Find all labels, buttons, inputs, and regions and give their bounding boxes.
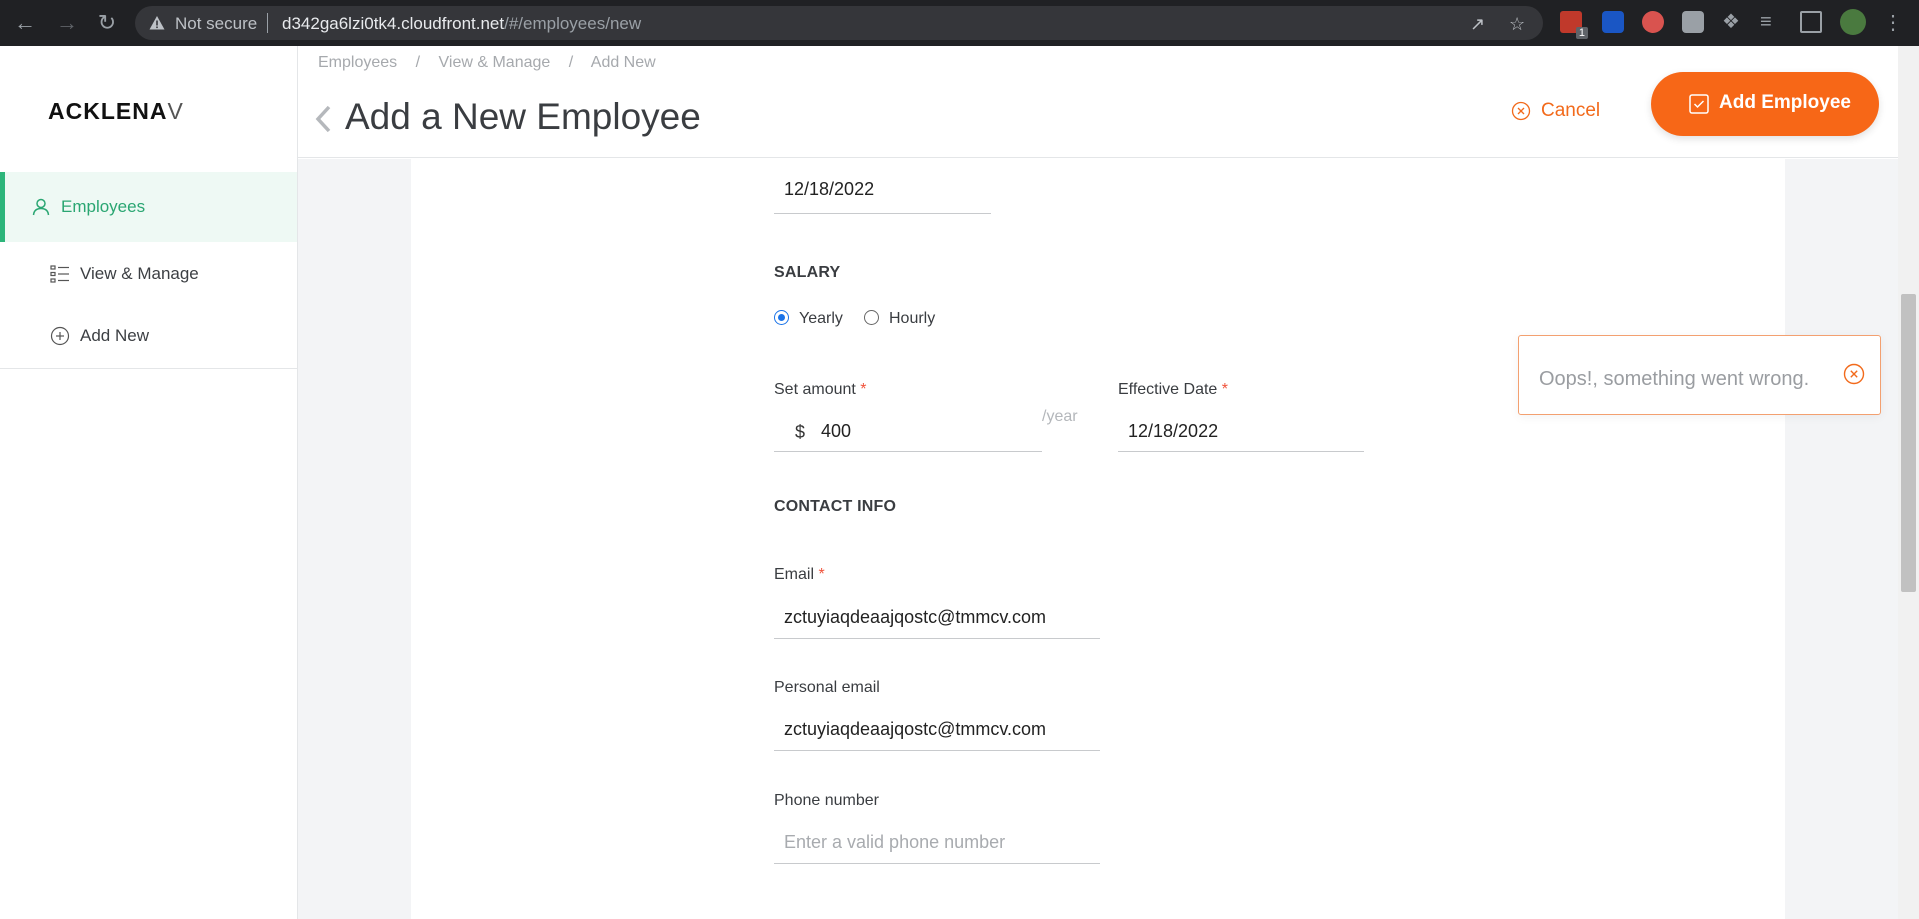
close-circle-icon[interactable] bbox=[1843, 363, 1865, 385]
reading-list-icon[interactable]: ≡ bbox=[1760, 11, 1782, 33]
phone-input-wrapper bbox=[774, 824, 1100, 864]
scrollbar-thumb[interactable] bbox=[1901, 294, 1916, 592]
radio-hourly-label[interactable]: Hourly bbox=[889, 310, 935, 328]
breadcrumb: Employees / View & Manage / Add New bbox=[318, 54, 670, 72]
email-input-wrapper bbox=[774, 599, 1100, 639]
breadcrumb-employees[interactable]: Employees bbox=[318, 54, 397, 71]
sidebar-item-employees[interactable]: Employees bbox=[0, 172, 297, 242]
phone-number-label: Phone number bbox=[774, 792, 879, 809]
app-root: ACKLENAV Employees View & Manage Add New… bbox=[0, 46, 1919, 919]
address-bar[interactable]: Not secure d342ga6lzi0tk4.cloudfront.net… bbox=[135, 6, 1543, 40]
kebab-menu-icon[interactable]: ⋮ bbox=[1880, 10, 1906, 36]
salary-heading: SALARY bbox=[774, 264, 841, 281]
breadcrumb-separator: / bbox=[568, 54, 574, 71]
set-amount-label: Set amount * bbox=[774, 381, 867, 399]
add-employee-button[interactable]: Add Employee bbox=[1651, 72, 1879, 136]
currency-symbol: $ bbox=[795, 422, 806, 442]
personal-email-input-wrapper bbox=[774, 711, 1100, 751]
effective-date-label: Effective Date * bbox=[1118, 381, 1228, 399]
sidebar-item-add-new[interactable]: Add New bbox=[0, 302, 297, 372]
url-host: d342ga6lzi0tk4.cloudfront.net bbox=[282, 14, 505, 33]
acklen-logo[interactable]: ACKLENAV bbox=[48, 98, 184, 125]
bookmark-star-icon[interactable]: ☆ bbox=[1509, 14, 1525, 35]
effective-date-label-text: Effective Date bbox=[1118, 381, 1218, 398]
security-status[interactable]: Not secure bbox=[175, 14, 257, 34]
breadcrumb-separator: / bbox=[415, 54, 421, 71]
add-employee-label: Add Employee bbox=[1719, 92, 1851, 113]
close-circle-icon bbox=[1511, 101, 1531, 121]
warning-icon bbox=[149, 16, 165, 30]
ublock-badge: 1 bbox=[1575, 27, 1588, 39]
personal-email-input[interactable] bbox=[774, 719, 1100, 740]
url-text[interactable]: d342ga6lzi0tk4.cloudfront.net/#/employee… bbox=[282, 14, 641, 34]
reload-icon[interactable]: ↻ bbox=[94, 10, 120, 36]
required-mark: * bbox=[1221, 381, 1228, 398]
camera-icon[interactable] bbox=[1682, 11, 1704, 33]
logo-text: ACKLENA bbox=[48, 98, 168, 124]
radio-yearly[interactable] bbox=[774, 310, 789, 325]
amount-input-wrapper: $ bbox=[774, 414, 1042, 452]
share-icon[interactable]: ↗ bbox=[1470, 14, 1485, 35]
extension-glasses-icon[interactable] bbox=[1642, 11, 1664, 33]
sidebar-item-label: Add New bbox=[80, 326, 149, 345]
ublock-icon[interactable]: 1 bbox=[1560, 11, 1588, 39]
required-mark: * bbox=[818, 566, 825, 583]
forward-arrow-icon[interactable]: → bbox=[54, 10, 80, 36]
side-panel-icon[interactable] bbox=[1800, 11, 1822, 33]
sidebar-item-label: Employees bbox=[61, 197, 146, 216]
page-header: Employees / View & Manage / Add New Add … bbox=[298, 46, 1919, 158]
sidebar-item-label: View & Manage bbox=[80, 264, 199, 283]
personal-email-label: Personal email bbox=[774, 679, 880, 696]
plus-circle-icon bbox=[50, 326, 70, 346]
email-label-text: Email bbox=[774, 566, 815, 583]
set-amount-label-text: Set amount bbox=[774, 381, 856, 398]
contact-info-heading: CONTACT INFO bbox=[774, 498, 897, 515]
checkbox-icon bbox=[1689, 94, 1709, 114]
url-separator bbox=[267, 13, 268, 33]
effective-date-input[interactable] bbox=[1118, 421, 1364, 442]
extensions-puzzle-icon[interactable]: ❖ bbox=[1722, 11, 1744, 33]
cancel-label: Cancel bbox=[1541, 100, 1601, 121]
page-scrollbar[interactable] bbox=[1898, 46, 1919, 919]
page-title: Add a New Employee bbox=[345, 96, 701, 137]
toast-message: Oops!, something went wrong. bbox=[1539, 368, 1810, 390]
user-icon bbox=[32, 198, 50, 216]
email-label: Email * bbox=[774, 566, 825, 584]
email-input[interactable] bbox=[774, 607, 1100, 628]
amount-input[interactable] bbox=[821, 421, 1021, 442]
form-card: SALARY Yearly Hourly Set amount * $ /yea… bbox=[411, 159, 1785, 919]
breadcrumb-view-manage[interactable]: View & Manage bbox=[439, 54, 551, 71]
profile-avatar[interactable] bbox=[1840, 9, 1866, 35]
extension-shield-icon[interactable] bbox=[1602, 11, 1624, 33]
main-content: SALARY Yearly Hourly Set amount * $ /yea… bbox=[298, 159, 1898, 919]
sidebar: ACKLENAV Employees View & Manage Add New bbox=[0, 46, 298, 919]
browser-toolbar: ← → ↻ Not secure d342ga6lzi0tk4.cloudfro… bbox=[0, 0, 1919, 46]
radio-yearly-label[interactable]: Yearly bbox=[799, 310, 843, 328]
sidebar-item-view-manage[interactable]: View & Manage bbox=[0, 240, 297, 310]
logo-text-cut: V bbox=[167, 98, 184, 124]
required-mark: * bbox=[860, 381, 867, 398]
phone-input[interactable] bbox=[774, 832, 1100, 853]
back-arrow-icon[interactable]: ← bbox=[12, 10, 38, 36]
list-icon bbox=[50, 265, 69, 283]
start-date-input[interactable] bbox=[774, 179, 991, 200]
radio-hourly[interactable] bbox=[864, 310, 879, 325]
chevron-left-icon[interactable] bbox=[314, 104, 334, 134]
effective-date-input-wrapper bbox=[1118, 414, 1364, 452]
error-toast: Oops!, something went wrong. bbox=[1518, 335, 1881, 415]
cancel-button[interactable]: Cancel bbox=[1511, 94, 1621, 128]
breadcrumb-add-new: Add New bbox=[590, 54, 656, 71]
url-path: /#/employees/new bbox=[504, 14, 642, 33]
amount-unit: /year bbox=[1042, 408, 1078, 425]
sidebar-divider bbox=[0, 368, 297, 369]
start-date-input-wrapper bbox=[774, 179, 991, 214]
